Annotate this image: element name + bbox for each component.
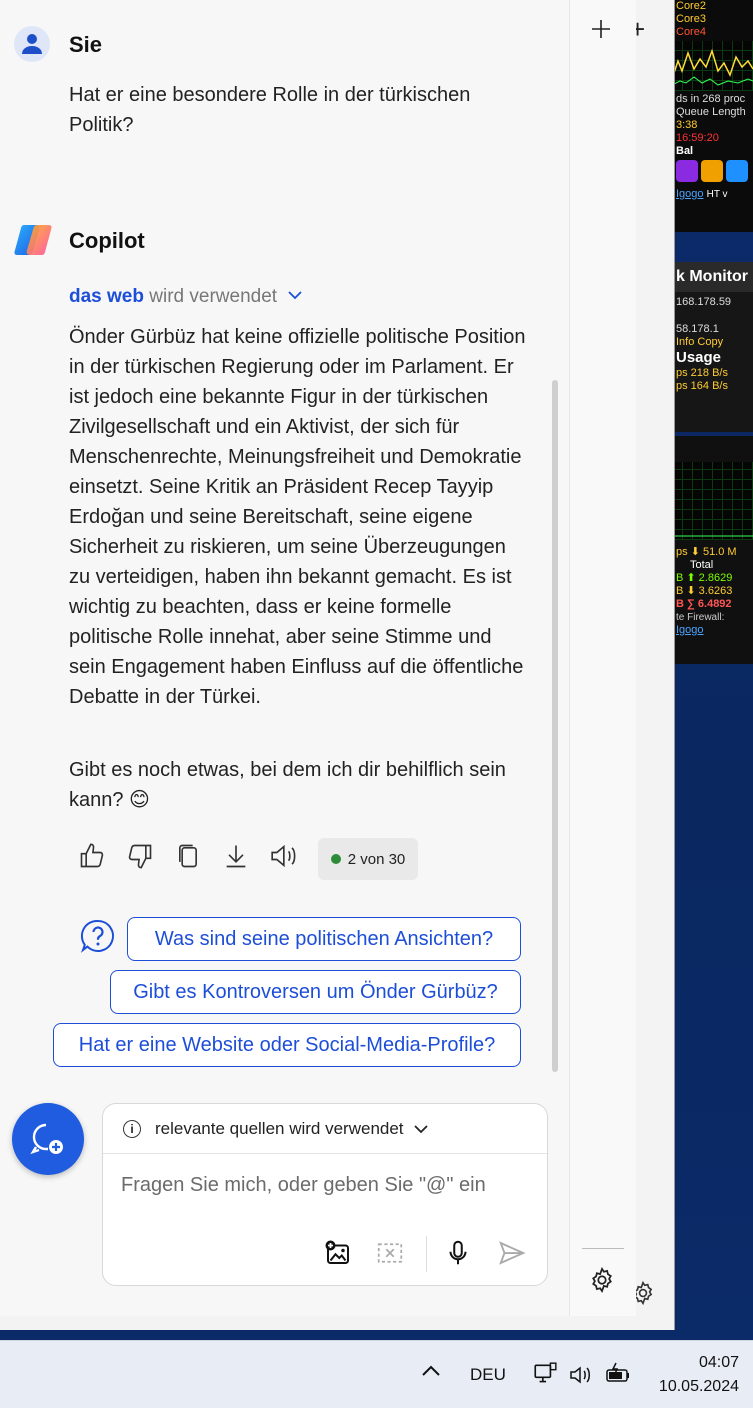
power-label: Bal [676, 145, 694, 157]
copilot-answer: Önder Gürbüz hat keine offizielle politi… [69, 326, 526, 708]
ip-address: 168.178.59 [676, 296, 732, 308]
cpu-graph [672, 41, 753, 91]
suggestion-button[interactable]: Gibt es Kontroversen um Önder Gürbüz? [110, 970, 521, 1014]
send-icon[interactable] [497, 1238, 529, 1270]
firewall-status: te Firewall: [676, 612, 725, 623]
chat-input-box: i relevante quellen wird verwendet [102, 1103, 548, 1286]
source-suffix: wird verwendet [149, 286, 278, 307]
network-monitor-widget: k Monitor 168.178.59 58.178.1 Info Copy … [672, 262, 753, 432]
chat-input[interactable] [121, 1174, 521, 1197]
rail-divider [582, 1248, 624, 1249]
volume-icon[interactable] [568, 1363, 594, 1392]
traffic-graph [672, 462, 753, 540]
process-count: ds in 268 proc [676, 93, 746, 105]
power-icon[interactable] [701, 160, 724, 182]
taskbar: DEU 04:07 10.05.2024 [0, 1340, 753, 1408]
chevron-down-icon[interactable] [413, 1121, 428, 1137]
turn-counter: 2 von 30 [318, 838, 418, 880]
core-label: Core2 [676, 0, 706, 12]
copilot-pane: Sie Hat er eine besondere Rolle in der t… [0, 0, 636, 1316]
download-speed: ps ⬇ 51.0 M [676, 546, 737, 558]
download-icon[interactable] [222, 842, 252, 872]
settings-icon[interactable] [588, 1266, 618, 1296]
info-copy[interactable]: Info Copy [672, 336, 753, 349]
ip-address: 58.178.1 [676, 323, 719, 335]
system-monitor-widget: Core2 Core3 Core4 ds in 268 proc Queue L… [672, 0, 753, 232]
uptime: 3:38 [676, 119, 698, 131]
source-selector-label: relevante quellen wird verwendet [155, 1118, 404, 1138]
copilot-name: Copilot [69, 228, 145, 253]
copilot-followup: Gibt es noch etwas, bei dem ich dir behi… [69, 759, 506, 811]
new-topic-button[interactable] [12, 1103, 84, 1175]
network-monitor-title: k Monitor [672, 262, 753, 292]
power-buttons[interactable] [672, 158, 753, 188]
power-icon[interactable] [676, 160, 698, 182]
new-tab-icon[interactable] [590, 16, 612, 46]
usage-label: Usage [676, 349, 722, 366]
igogo-link[interactable]: Igogo [676, 188, 704, 200]
speaker-icon[interactable] [268, 842, 302, 872]
traffic-widget: ps ⬇ 51.0 M Total B ⬆ 2.8629 B ⬇ 3.6263 … [672, 436, 753, 664]
network-icon[interactable] [532, 1361, 558, 1392]
copy-icon[interactable] [174, 842, 204, 872]
chevron-down-icon[interactable] [288, 287, 302, 303]
total-label: Total [690, 559, 714, 571]
clock-readout: 16:59:20 [676, 132, 719, 144]
clock-date: 10.05.2024 [658, 1378, 739, 1395]
upload-rate: ps 218 B/s [676, 367, 728, 379]
user-message: Hat er eine besondere Rolle in der türki… [69, 84, 471, 136]
download-rate: ps 164 B/s [676, 380, 728, 392]
user-avatar [14, 26, 50, 62]
igogo-link[interactable]: Igogo [676, 624, 704, 636]
source-link[interactable]: das web [69, 286, 144, 307]
input-language[interactable]: DEU [470, 1365, 506, 1385]
system-clock[interactable]: 04:07 10.05.2024 [659, 1351, 739, 1399]
battery-icon[interactable] [604, 1361, 632, 1392]
suggestion-button[interactable]: Hat er eine Website oder Social-Media-Pr… [53, 1023, 521, 1067]
info-icon: i [123, 1119, 141, 1138]
status-dot [330, 854, 341, 864]
screenshot-icon[interactable] [375, 1238, 407, 1270]
upload-total: B ⬆ 2.8629 [676, 572, 733, 584]
microphone-icon[interactable] [443, 1238, 475, 1270]
turn-counter-label: 2 von 30 [347, 850, 406, 868]
sum-total: B ∑ 6.4892 [676, 598, 732, 610]
add-image-icon[interactable] [323, 1238, 355, 1270]
copilot-logo-icon [14, 222, 52, 258]
side-rail [570, 0, 636, 1316]
new-chat-icon [30, 1123, 63, 1155]
version-label: HT v [706, 189, 728, 200]
suggestion-button[interactable]: Was sind seine politischen Ansichten? [127, 917, 521, 961]
restart-icon[interactable] [726, 160, 749, 182]
chevron-up-icon[interactable] [420, 1363, 442, 1384]
thumbs-down-icon[interactable] [126, 842, 156, 872]
toolbar-divider [426, 1236, 427, 1272]
core-label: Core3 [676, 13, 706, 25]
user-name: Sie [69, 32, 103, 57]
source-selector[interactable]: i relevante quellen wird verwendet [103, 1104, 547, 1154]
download-total: B ⬇ 3.6263 [676, 585, 733, 597]
thumbs-up-icon[interactable] [78, 842, 108, 872]
chat-area: Sie Hat er eine besondere Rolle in der t… [0, 0, 570, 1316]
suggestions-question-icon [80, 918, 116, 954]
source-indicator[interactable]: das web wird verwendet [69, 286, 302, 308]
core-label: Core4 [676, 26, 706, 38]
queue-length: Queue Length [676, 106, 746, 118]
clock-time: 04:07 [698, 1354, 739, 1371]
chat-scrollbar[interactable] [552, 380, 558, 1072]
